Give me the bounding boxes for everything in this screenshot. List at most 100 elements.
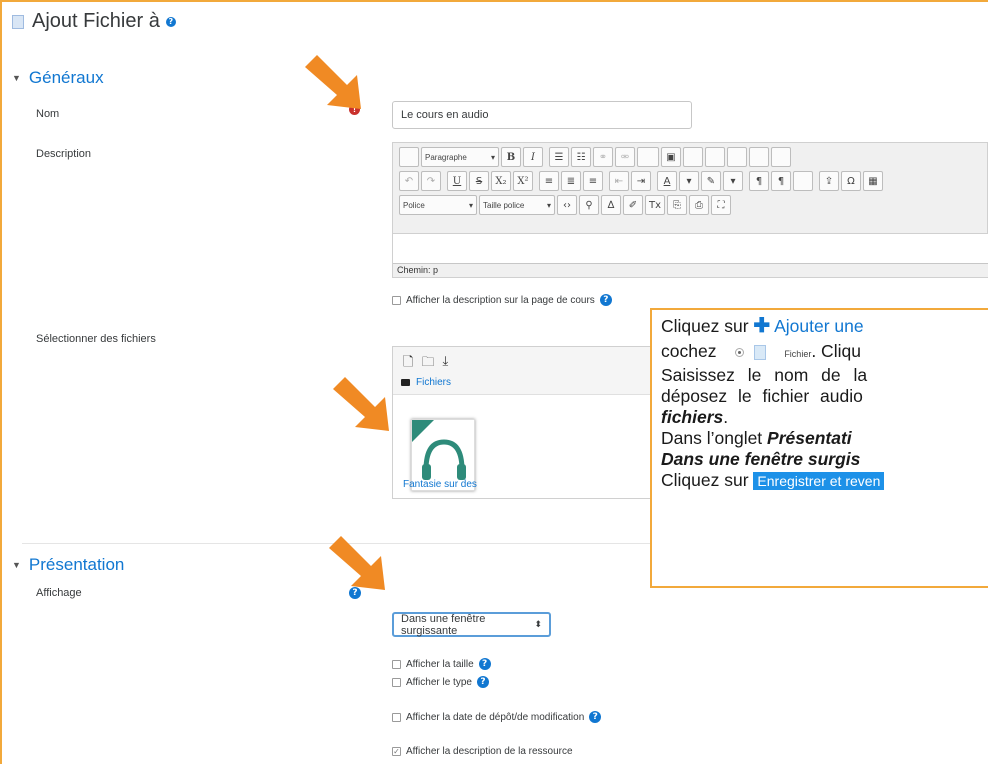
option-row[interactable]: Afficher le type ?	[392, 676, 489, 688]
editor-blank-button[interactable]	[399, 147, 419, 167]
collapse-caret-icon: ▼	[12, 560, 21, 570]
option-checkbox[interactable]	[392, 677, 401, 687]
option-row[interactable]: Afficher la taille ?	[392, 658, 491, 670]
paste-word-icon[interactable]: ⎙	[689, 195, 710, 215]
new-folder-icon[interactable]: 🗀	[421, 353, 434, 375]
help-icon[interactable]: ?	[589, 711, 602, 723]
help-icon[interactable]: ?	[476, 676, 489, 688]
download-icon[interactable]: ⤓	[442, 353, 448, 375]
instruction-callout: Cliquez sur ✚ Ajouter une cochez Fichier…	[650, 308, 988, 588]
find-icon[interactable]: ⚲	[579, 195, 599, 215]
add-file-icon[interactable]: 🗋	[403, 353, 413, 375]
dropdown-arrow-icon: ▾	[490, 152, 495, 162]
option-label: Afficher la description de la ressource	[406, 746, 573, 757]
callout-text: Dans l’onglet	[661, 428, 768, 448]
upload-icon[interactable]: ⇪	[819, 171, 839, 191]
format-dropdown[interactable]: Paragraphe ▾	[421, 147, 499, 167]
help-icon[interactable]: ?	[165, 16, 176, 27]
editor-toolbar-row-3: Police ▾ Taille police ▾ ‹› ⚲ ∆ ✐ Tx ⎘ ⎙ ⛶	[399, 195, 732, 215]
font-dropdown[interactable]: Police ▾	[399, 195, 477, 215]
emoticon-icon[interactable]	[705, 147, 725, 167]
callout-bold-text: fichiers	[661, 407, 724, 427]
accessibility-icon[interactable]	[749, 147, 769, 167]
name-input[interactable]: Le cours en audio	[392, 101, 692, 129]
superscript-button[interactable]: X²	[513, 171, 533, 191]
option-row[interactable]: Afficher la date de dépôt/de modificatio…	[392, 711, 602, 723]
dropdown-arrow-icon: ▾	[546, 200, 551, 210]
show-description-row[interactable]: Afficher la description sur la page de c…	[392, 294, 612, 306]
extra-icon[interactable]	[771, 147, 791, 167]
callout-line-5: fichiers.	[661, 407, 988, 428]
align-left-icon[interactable]: ≡	[539, 171, 559, 191]
plus-icon: ✚	[753, 315, 771, 337]
size-dropdown-label: Taille police	[483, 200, 525, 210]
align-center-icon[interactable]: ≣	[561, 171, 581, 191]
arrow-pointer-icon	[305, 55, 361, 109]
callout-line-1: Cliquez sur ✚ Ajouter une	[661, 316, 988, 337]
background-color-dropdown-icon[interactable]: ▾	[723, 171, 743, 191]
file-manager-path[interactable]: Fichiers	[401, 377, 451, 388]
callout-text: cochez	[661, 341, 722, 361]
special-char-icon[interactable]: Ω	[841, 171, 861, 191]
callout-bold-text: Dans une fenêtre surgis	[661, 449, 861, 469]
redo-icon[interactable]: ↷	[421, 171, 441, 191]
font-color-icon[interactable]: A	[657, 171, 677, 191]
file-type-icon	[754, 344, 767, 360]
file-manager[interactable]: 🗋 🗀 ⤓ Fichiers Fantasie sur des	[392, 346, 652, 499]
arrow-pointer-icon	[329, 536, 385, 590]
display-select-value: Dans une fenêtre surgissante	[401, 612, 486, 637]
editor-blank-button-2[interactable]	[637, 147, 659, 167]
size-dropdown[interactable]: Taille police ▾	[479, 195, 555, 215]
help-icon[interactable]: ?	[478, 658, 491, 670]
show-description-checkbox[interactable]	[392, 295, 401, 305]
bold-button[interactable]: B	[501, 147, 521, 167]
section-general-header[interactable]: ▼ Généraux	[12, 68, 104, 88]
callout-line-7: Dans une fenêtre surgis	[661, 449, 988, 470]
rtl-icon[interactable]: ¶	[771, 171, 791, 191]
fullscreen-icon[interactable]: ⛶	[711, 195, 732, 215]
numbered-list-icon[interactable]: ☷	[571, 147, 591, 167]
outdent-icon[interactable]: ⇤	[609, 171, 629, 191]
subscript-button[interactable]: X₂	[491, 171, 511, 191]
collapse-caret-icon: ▼	[12, 73, 21, 83]
align-right-icon[interactable]: ≡	[583, 171, 603, 191]
italic-button[interactable]: I	[523, 147, 543, 167]
editor-content-area[interactable]	[393, 233, 988, 263]
paste-text-icon[interactable]: ⎘	[667, 195, 688, 215]
option-row[interactable]: ✓ Afficher la description de la ressourc…	[392, 746, 573, 757]
media-icon[interactable]	[683, 147, 703, 167]
help-icon[interactable]: ?	[599, 294, 612, 306]
editor-path-bar: Chemin: p	[393, 263, 988, 277]
image-icon[interactable]: ▣	[661, 147, 681, 167]
section-general-title: Généraux	[28, 68, 104, 87]
indent-icon[interactable]: ⇥	[631, 171, 651, 191]
editor-toolbar-row-1: Paragraphe ▾ B I ☰ ☷ ⚭ ⚮ ▣	[399, 147, 791, 167]
description-editor[interactable]: Paragraphe ▾ B I ☰ ☷ ⚭ ⚮ ▣ ↶ ↷ U S X₂ X² …	[392, 142, 988, 278]
option-checkbox-checked[interactable]: ✓	[392, 747, 401, 756]
callout-line-6: Dans l’onglet Présentati	[661, 428, 988, 449]
equation-icon[interactable]: ∆	[601, 195, 621, 215]
link-icon[interactable]: ⚭	[593, 147, 613, 167]
font-color-dropdown-icon[interactable]: ▾	[679, 171, 699, 191]
description-label: Description	[36, 148, 92, 160]
audio-file-name[interactable]: Fantasie sur des	[403, 479, 477, 490]
ltr-icon[interactable]: ¶	[749, 171, 769, 191]
option-checkbox[interactable]	[392, 712, 401, 722]
option-checkbox[interactable]	[392, 659, 401, 669]
table-icon[interactable]: ▦	[863, 171, 883, 191]
undo-icon[interactable]: ↶	[399, 171, 419, 191]
display-select[interactable]: Dans une fenêtre surgissante ⬍	[392, 612, 551, 637]
dropdown-arrow-icon: ▾	[468, 200, 473, 210]
remove-format-icon[interactable]: Tx	[645, 195, 666, 215]
strikethrough-button[interactable]: S	[469, 171, 489, 191]
clear-format-icon[interactable]: ✐	[623, 195, 643, 215]
editor-blank-button-3[interactable]	[793, 171, 813, 191]
background-color-icon[interactable]: ✎	[701, 171, 721, 191]
spell-icon[interactable]	[727, 147, 747, 167]
option-label: Afficher la taille	[406, 658, 474, 670]
html-code-icon[interactable]: ‹›	[557, 195, 577, 215]
section-presentation-header[interactable]: ▼ Présentation	[12, 555, 124, 575]
underline-button[interactable]: U	[447, 171, 467, 191]
bullet-list-icon[interactable]: ☰	[549, 147, 569, 167]
unlink-icon[interactable]: ⚮	[615, 147, 635, 167]
